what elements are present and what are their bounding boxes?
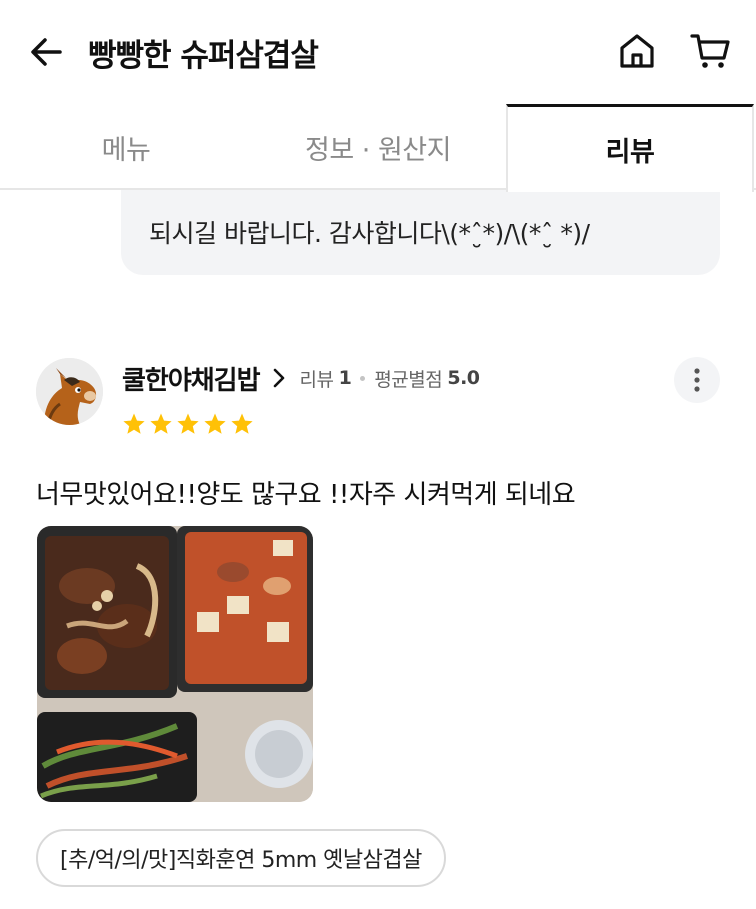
tab-menu[interactable]: 메뉴 <box>0 104 252 190</box>
home-icon <box>620 34 654 68</box>
horse-avatar-icon <box>36 358 103 425</box>
review-count-label: 리뷰 <box>299 368 334 391</box>
avatar[interactable] <box>36 358 103 425</box>
more-options-button[interactable] <box>674 357 720 403</box>
star-rating <box>122 412 254 436</box>
chevron-right-icon[interactable] <box>270 365 288 391</box>
app-header: 빵빵한 슈퍼삼겹살 <box>0 0 756 104</box>
separator-dot <box>360 375 366 381</box>
tab-bar: 메뉴 정보 · 원산지 리뷰 <box>0 104 756 192</box>
star-icon <box>150 413 172 434</box>
star-icon <box>231 413 253 434</box>
review-count: 1 <box>338 367 352 389</box>
tab-info-origin[interactable]: 정보 · 원산지 <box>252 104 504 190</box>
avg-rating-label: 평균별점 <box>374 368 443 391</box>
star-icon <box>204 413 226 434</box>
food-photo-image <box>37 526 313 802</box>
star-icon <box>177 413 199 434</box>
owner-reply-text: 되시길 바랍니다. 감사합니다\(*ˆ̮*)/\(*ˆ̮ *)/ <box>149 219 590 248</box>
store-title: 빵빵한 슈퍼삼겹살 <box>88 38 319 74</box>
ordered-menu-tag[interactable]: [추/억/의/맛]직화훈연 5mm 옛날삼겹살 <box>36 829 446 887</box>
home-button[interactable] <box>614 28 660 74</box>
more-vertical-icon <box>694 368 700 392</box>
cart-icon <box>690 34 730 68</box>
back-button[interactable] <box>26 32 66 72</box>
review-text: 너무맛있어요!!양도 많구요 !!자주 시켜먹게 되네요 <box>36 480 576 510</box>
reviewer-info: 쿨한야채김밥 리뷰 1 평균별점 5.0 <box>122 360 480 396</box>
review-photo[interactable] <box>37 526 313 802</box>
star-icon <box>123 413 145 434</box>
reviewer-name[interactable]: 쿨한야채김밥 <box>122 360 261 397</box>
avg-rating: 5.0 <box>447 367 480 389</box>
tab-reviews[interactable]: 리뷰 <box>506 104 754 192</box>
arrow-left-icon <box>31 38 62 66</box>
cart-button[interactable] <box>688 28 734 74</box>
